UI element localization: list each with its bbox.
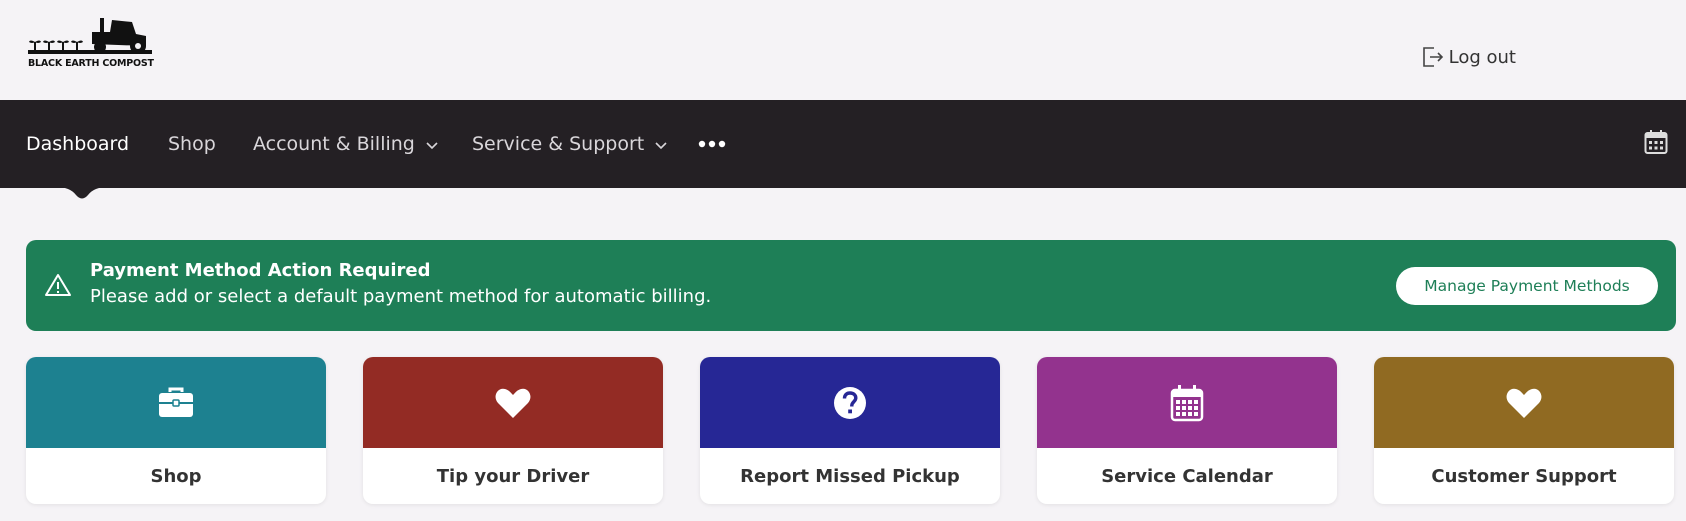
nav-item-dashboard[interactable]: Dashboard bbox=[26, 100, 129, 188]
nav-item-service-support[interactable]: Service & Support bbox=[472, 100, 668, 188]
heart-icon bbox=[495, 388, 531, 418]
tractor-logo-icon bbox=[28, 18, 152, 54]
alert-title: Payment Method Action Required bbox=[90, 260, 431, 281]
briefcase-icon bbox=[159, 387, 193, 417]
tile-label: Service Calendar bbox=[1101, 465, 1273, 487]
chevron-down-icon bbox=[655, 141, 667, 149]
nav-item-shop[interactable]: Shop bbox=[168, 100, 216, 188]
logout-label: Log out bbox=[1448, 46, 1516, 68]
nav-more-button[interactable] bbox=[698, 100, 726, 188]
logo-text: BLACK EARTH COMPOST bbox=[28, 58, 154, 69]
nav-item-label: Account & Billing bbox=[253, 133, 415, 155]
nav-item-label: Service & Support bbox=[472, 133, 645, 155]
tile-report-missed-pickup[interactable]: Report Missed Pickup bbox=[700, 357, 1000, 504]
manage-payment-methods-button[interactable]: Manage Payment Methods bbox=[1396, 267, 1658, 305]
brand-logo[interactable]: BLACK EARTH COMPOST bbox=[28, 16, 154, 72]
calendar-icon bbox=[1170, 384, 1204, 421]
tile-header bbox=[700, 357, 1000, 448]
tile-label: Customer Support bbox=[1431, 465, 1617, 487]
ellipsis-icon bbox=[698, 140, 726, 148]
heart-icon bbox=[1506, 388, 1542, 418]
calendar-nav-button[interactable] bbox=[1644, 129, 1668, 159]
calendar-icon bbox=[1644, 130, 1668, 154]
nav-item-label: Shop bbox=[168, 133, 216, 155]
warning-triangle-icon bbox=[45, 274, 71, 296]
chevron-down-icon bbox=[426, 141, 438, 149]
tile-label: Shop bbox=[150, 465, 202, 487]
tile-header bbox=[363, 357, 663, 448]
tile-header bbox=[1374, 357, 1674, 448]
tile-tip-your-driver[interactable]: Tip your Driver bbox=[363, 357, 663, 504]
tile-label: Tip your Driver bbox=[436, 465, 590, 487]
alert-message: Please add or select a default payment m… bbox=[90, 286, 712, 307]
logout-icon bbox=[1422, 47, 1443, 67]
tile-header bbox=[1037, 357, 1337, 448]
tile-header bbox=[26, 357, 326, 448]
tile-service-calendar[interactable]: Service Calendar bbox=[1037, 357, 1337, 504]
question-circle-icon bbox=[834, 386, 866, 419]
top-header: BLACK EARTH COMPOST Log out bbox=[0, 0, 1686, 100]
main-nav: Dashboard Shop Account & Billing Service… bbox=[0, 100, 1686, 188]
nav-item-account-billing[interactable]: Account & Billing bbox=[253, 100, 439, 188]
logout-button[interactable]: Log out bbox=[1419, 42, 1516, 72]
tile-customer-support[interactable]: Customer Support bbox=[1374, 357, 1674, 504]
payment-alert: Payment Method Action Required Please ad… bbox=[26, 240, 1676, 331]
tile-label: Report Missed Pickup bbox=[740, 465, 960, 487]
tile-shop[interactable]: Shop bbox=[26, 357, 326, 504]
nav-item-label: Dashboard bbox=[26, 133, 130, 155]
